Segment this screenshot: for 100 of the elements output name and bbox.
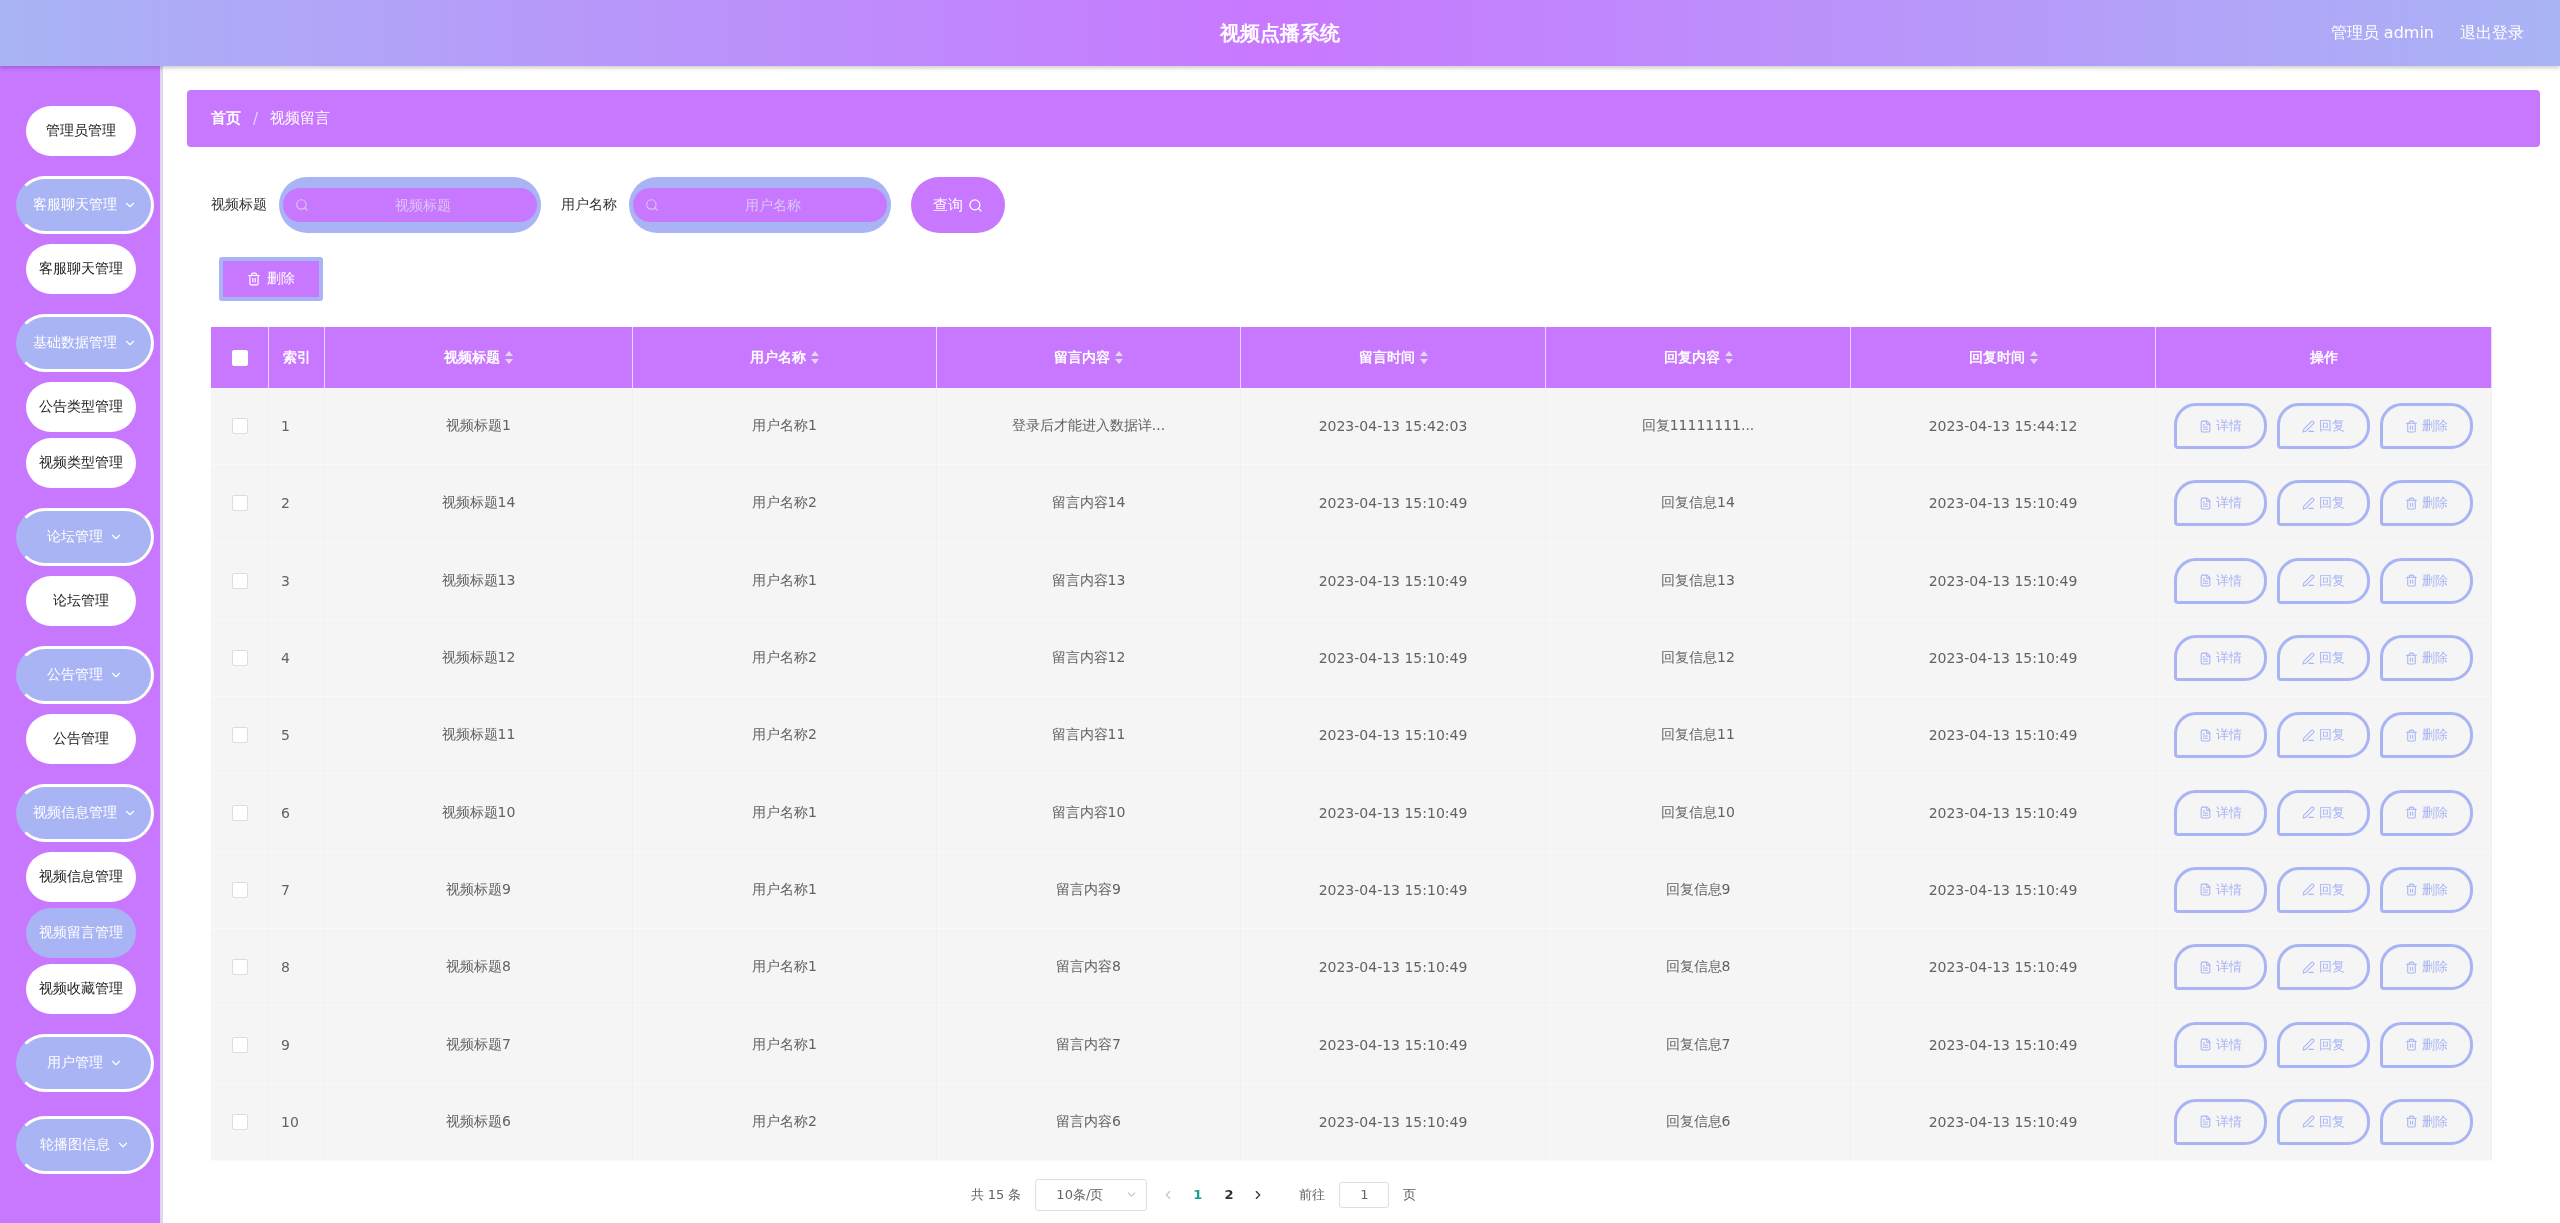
table-cell: 9 <box>269 1006 325 1084</box>
menu-item[interactable]: 公告管理 <box>26 714 136 764</box>
table-cell: 用户名称2 <box>633 697 937 775</box>
menu-group[interactable]: 客服聊天管理 <box>16 176 154 234</box>
table-cell: 留言内容6 <box>937 1083 1241 1161</box>
pen-icon <box>2302 1038 2315 1051</box>
table-cell: 留言内容7 <box>937 1006 1241 1084</box>
action-button[interactable]: 回复 <box>2277 1098 2370 1145</box>
menu-group[interactable]: 视频信息管理 <box>16 784 154 842</box>
column-header[interactable]: 回复时间 <box>1851 327 2156 388</box>
separator: / <box>253 109 259 128</box>
action-button[interactable]: 详情 <box>2174 403 2267 450</box>
row-checkbox[interactable] <box>231 1113 248 1130</box>
page-size-select[interactable]: 10条/页 <box>1035 1178 1148 1211</box>
action-button[interactable]: 删除 <box>2380 557 2473 604</box>
table-cell: 2023-04-13 15:10:49 <box>1241 465 1546 543</box>
action-button[interactable]: 详情 <box>2174 866 2267 913</box>
sort-icon[interactable] <box>505 351 513 364</box>
logout-link[interactable]: 退出登录 <box>2460 22 2524 44</box>
sort-icon[interactable] <box>1724 351 1733 364</box>
table-cell: 视频标题11 <box>325 697 633 775</box>
row-checkbox[interactable] <box>231 727 248 744</box>
action-button[interactable]: 详情 <box>2174 789 2267 836</box>
breadcrumb-link[interactable]: 首页 <box>211 109 241 128</box>
column-header[interactable]: 视频标题 <box>325 327 633 388</box>
action-button[interactable]: 详情 <box>2174 712 2267 759</box>
action-button[interactable]: 详情 <box>2174 944 2267 991</box>
search-input[interactable]: 用户名称 <box>659 196 887 214</box>
search-field[interactable]: 视频标题 <box>283 188 537 222</box>
row-checkbox[interactable] <box>231 572 248 589</box>
column-header[interactable]: 用户名称 <box>633 327 937 388</box>
action-button[interactable]: 详情 <box>2174 1098 2267 1145</box>
trash-icon <box>2405 1115 2418 1129</box>
sort-icon[interactable] <box>1115 351 1123 364</box>
action-button[interactable]: 删除 <box>2380 480 2473 527</box>
sort-icon[interactable] <box>2029 351 2038 364</box>
action-button[interactable]: 回复 <box>2277 557 2370 604</box>
action-button[interactable]: 删除 <box>2380 712 2473 759</box>
search-input[interactable]: 视频标题 <box>309 196 537 214</box>
table-cell: 用户名称1 <box>633 774 937 852</box>
column-header[interactable]: 回复内容 <box>1546 327 1851 388</box>
action-button[interactable]: 回复 <box>2277 944 2370 991</box>
action-button[interactable]: 删除 <box>2380 789 2473 836</box>
page-input[interactable]: 1 <box>1339 1181 1390 1208</box>
menu-group[interactable]: 公告管理 <box>16 646 154 704</box>
action-button[interactable]: 删除 <box>2380 1098 2473 1145</box>
menu-item[interactable]: 论坛管理 <box>26 576 136 626</box>
table-cell: 视频标题1 <box>325 388 633 466</box>
menu-group[interactable]: 用户管理 <box>16 1034 154 1092</box>
menu-item[interactable]: 公告类型管理 <box>26 382 136 432</box>
row-checkbox[interactable] <box>231 881 248 898</box>
row-checkbox[interactable] <box>231 418 248 435</box>
select-all-checkbox[interactable] <box>231 349 248 366</box>
menu-group[interactable]: 轮播图信息 <box>16 1116 154 1174</box>
action-button[interactable]: 删除 <box>2380 1021 2473 1068</box>
row-checkbox[interactable] <box>231 495 248 512</box>
action-button[interactable]: 回复 <box>2277 866 2370 913</box>
action-button[interactable]: 详情 <box>2174 1021 2267 1068</box>
table-cell: 回复信息13 <box>1546 542 1851 620</box>
action-button[interactable]: 回复 <box>2277 480 2370 527</box>
sort-icon[interactable] <box>1419 351 1428 364</box>
user-name: 管理员 admin <box>2330 22 2434 44</box>
row-checkbox[interactable] <box>231 959 248 976</box>
action-button[interactable]: 回复 <box>2277 635 2370 682</box>
menu-item[interactable]: 管理员管理 <box>26 106 136 156</box>
menu-item[interactable]: 视频类型管理 <box>26 438 136 488</box>
table-cell: 视频标题10 <box>325 774 633 852</box>
menu-group[interactable]: 论坛管理 <box>16 508 154 566</box>
delete-button[interactable]: 删除 <box>219 257 323 301</box>
action-button[interactable]: 删除 <box>2380 403 2473 450</box>
search-field[interactable]: 用户名称 <box>633 188 887 222</box>
trash-icon <box>247 272 261 286</box>
sort-icon[interactable] <box>811 351 819 364</box>
row-checkbox[interactable] <box>231 650 248 667</box>
row-checkbox[interactable] <box>231 1036 248 1053</box>
action-button[interactable]: 删除 <box>2380 866 2473 913</box>
column-header[interactable]: 留言内容 <box>937 327 1241 388</box>
menu-group[interactable]: 基础数据管理 <box>16 314 154 372</box>
action-button[interactable]: 回复 <box>2277 403 2370 450</box>
action-button[interactable]: 回复 <box>2277 712 2370 759</box>
menu-item[interactable]: 客服聊天管理 <box>26 244 136 294</box>
action-button[interactable]: 详情 <box>2174 557 2267 604</box>
table-cell: 2023-04-13 15:10:49 <box>1851 465 2156 543</box>
menu-item[interactable]: 视频收藏管理 <box>26 964 136 1014</box>
action-button[interactable]: 删除 <box>2380 635 2473 682</box>
row-checkbox[interactable] <box>231 804 248 821</box>
action-button[interactable]: 详情 <box>2174 635 2267 682</box>
menu-item[interactable]: 视频信息管理 <box>26 852 136 902</box>
column-header[interactable]: 留言时间 <box>1241 327 1546 388</box>
page-number[interactable]: 1 <box>1189 1187 1207 1203</box>
action-button[interactable]: 删除 <box>2380 944 2473 991</box>
menu-item[interactable]: 视频留言管理 <box>26 908 136 958</box>
action-button[interactable]: 详情 <box>2174 480 2267 527</box>
page-number[interactable]: 2 <box>1220 1187 1238 1203</box>
action-button[interactable]: 回复 <box>2277 789 2370 836</box>
trash-icon <box>2405 960 2418 974</box>
table-cell: 2023-04-13 15:10:49 <box>1851 697 2156 775</box>
search-button[interactable]: 查询 <box>911 177 1005 233</box>
document-icon <box>2199 496 2212 510</box>
action-button[interactable]: 回复 <box>2277 1021 2370 1068</box>
